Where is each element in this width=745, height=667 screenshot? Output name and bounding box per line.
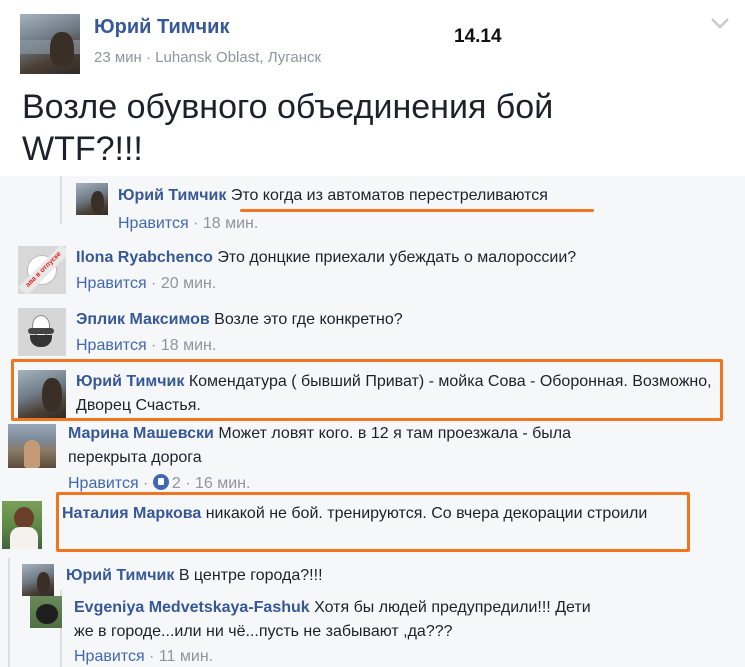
highlight-underline [240,209,594,212]
separator: · [188,215,203,232]
comments-section: Юрий Тимчик Это когда из автоматов перес… [0,176,745,667]
comment-time[interactable]: 18 мин. [203,215,258,232]
like-link[interactable]: Нравится [74,648,145,665]
separator: · [180,475,195,492]
reaction-count[interactable]: 2 [172,475,181,492]
post-header: Юрий Тимчик 23 мин · Luhansk Oblast, Луг… [0,0,745,176]
comment-author-name[interactable]: Марина Машевски [68,425,214,442]
avatar[interactable] [22,564,54,596]
avatar-ribbon-text: ава в отпуске [18,246,66,294]
author-avatar[interactable] [20,14,80,74]
comment-author-name[interactable]: Эплик Максимов [76,311,210,328]
post-time[interactable]: 23 мин [94,49,142,66]
post-text: Возле обувного объединения бой WTF?!!! [22,88,554,168]
timestamp-stamp: 14.14 [454,26,502,47]
post-author-name[interactable]: Юрий Тимчик [94,16,229,39]
comment-author-name[interactable]: Юрий Тимчик [66,567,174,584]
separator: · [146,337,161,354]
separator: · [146,275,161,292]
chevron-down-icon[interactable] [709,16,731,30]
like-link[interactable]: Нравится [76,337,147,354]
comment-text: Это донцкие приехали убеждать о малоросс… [217,249,577,266]
reply-thread-line [60,176,62,224]
comment-author-name[interactable]: Evgeniya Medvetskaya-Fashuk [74,599,310,616]
separator: · [138,475,153,492]
avatar[interactable] [2,501,42,549]
avatar[interactable] [8,424,56,468]
comment-time[interactable]: 11 мин. [159,648,213,665]
highlight-box [56,492,690,552]
highlight-box [11,359,723,421]
comment-author-name[interactable]: Юрий Тимчик [118,187,226,204]
comment-time[interactable]: 18 мин. [161,337,216,354]
like-reaction-icon[interactable] [152,474,169,490]
avatar[interactable]: ава в отпуске [18,246,66,294]
like-link[interactable]: Нравится [68,475,139,492]
comment-author-name[interactable]: Ilona Ryabchenco [76,249,213,266]
comment-text: Это когда из автоматов перестреливаются [230,187,548,204]
post-meta: 23 мин · Luhansk Oblast, Луганск [94,49,321,66]
comment-text: В центре города?!!! [178,567,323,584]
avatar[interactable] [18,308,66,356]
post-meta-separator: · [141,49,156,66]
separator: · [144,648,159,665]
avatar[interactable] [76,183,108,215]
post-location[interactable]: Luhansk Oblast, Луганск [155,49,321,66]
like-link[interactable]: Нравится [118,215,189,232]
comment-time[interactable]: 16 мин. [195,475,250,492]
avatar[interactable] [30,596,62,628]
like-link[interactable]: Нравится [76,275,147,292]
comment-text: Возле это где конкретно? [214,311,403,328]
reply-thread-line [8,558,10,667]
comment-time[interactable]: 20 мин. [161,275,216,292]
